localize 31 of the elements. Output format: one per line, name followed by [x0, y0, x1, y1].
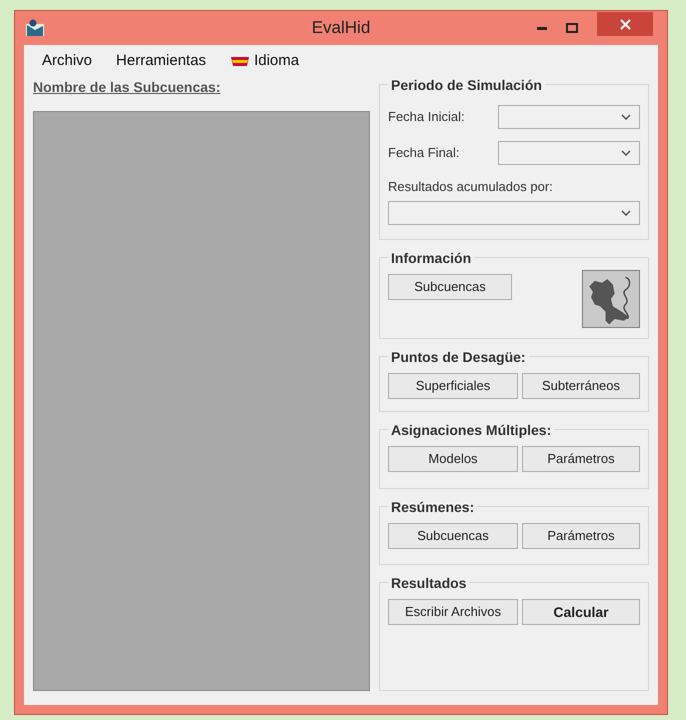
minimize-icon — [537, 26, 547, 30]
chevron-down-icon — [621, 150, 631, 156]
action-button[interactable]: Calcular — [522, 599, 640, 625]
action-button[interactable]: Parámetros — [522, 446, 640, 472]
dropdown-field[interactable] — [498, 141, 640, 165]
action-button[interactable]: Subcuencas — [388, 523, 518, 549]
close-button[interactable] — [597, 12, 653, 36]
action-button[interactable]: Parámetros — [522, 523, 640, 549]
list-label: Nombre de las Subcuencas: — [33, 78, 222, 97]
field-label: Fecha Final: — [388, 144, 460, 162]
basin-map-logo-icon — [582, 270, 640, 328]
flag-icon — [230, 55, 250, 67]
action-button[interactable]: Subterráneos — [522, 373, 640, 399]
action-button[interactable]: Subcuencas — [388, 274, 512, 300]
maximize-icon — [566, 23, 578, 33]
close-icon — [620, 18, 630, 30]
window-title: EvalHid — [312, 17, 370, 40]
field-label: Fecha Inicial: — [388, 108, 465, 126]
dropdown-field[interactable] — [388, 200, 640, 224]
field-label: Resultados acumulados por: — [388, 178, 554, 196]
subbasin-list[interactable] — [33, 111, 370, 691]
menu-item[interactable]: Idioma — [230, 50, 300, 72]
dropdown-field[interactable] — [498, 105, 640, 129]
chevron-down-icon — [621, 210, 631, 216]
action-button[interactable]: Superficiales — [388, 373, 518, 399]
action-button[interactable]: Modelos — [388, 446, 518, 472]
app-icon — [25, 19, 45, 37]
menu-item[interactable]: Herramientas — [116, 50, 206, 72]
menu-item[interactable]: Archivo — [42, 50, 92, 72]
action-button[interactable]: Escribir Archivos — [388, 599, 518, 625]
chevron-down-icon — [621, 114, 631, 120]
